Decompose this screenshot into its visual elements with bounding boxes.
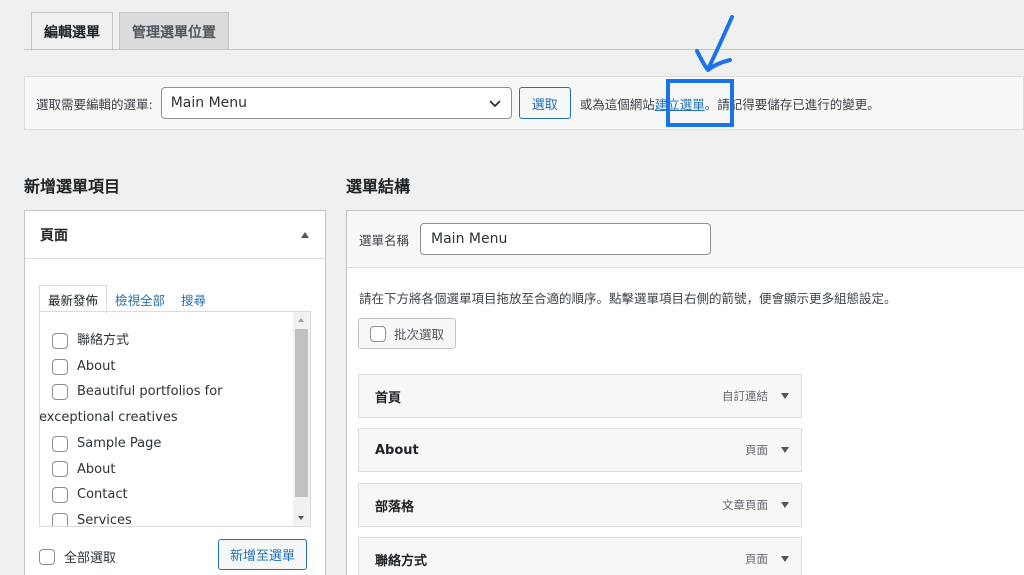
list-item-label: About [77,461,116,477]
caret-down-icon[interactable] [781,556,789,562]
list-item[interactable]: Services [52,508,292,527]
add-to-menu-button[interactable]: 新增至選單 [218,539,308,570]
menu-select-bar: 選取需要編輯的選單: Main Menu 選取 或為這個網站建立選單。請記得要儲… [24,76,1024,130]
nav-tabs: 編輯選單 管理選單位置 [31,12,235,51]
tabs-divider [24,49,1024,50]
menu-name-row: 選單名稱 Main Menu [347,211,1024,268]
list-item[interactable]: Beautiful portfolios for [52,379,292,405]
checkbox-icon[interactable] [52,435,68,452]
menu-name-label: 選單名稱 [359,232,410,248]
menu-item-type: 頁面 [745,552,768,566]
menu-item-type: 文章頁面 [722,498,768,512]
scroll-up-icon[interactable] [298,318,304,322]
menu-item[interactable]: 部落格 文章頁面 [358,483,802,527]
tab-search[interactable]: 搜尋 [173,286,214,313]
select-all-label: 全部選取 [64,551,117,566]
text-before-link: 或為這個網站 [579,96,655,112]
create-menu-link[interactable]: 建立選單 [655,97,705,112]
checkbox-icon[interactable] [52,461,68,478]
select-menu-label: 選取需要編輯的選單: [36,96,153,112]
checkbox-icon[interactable] [370,325,386,342]
arrow-annotation-icon [695,15,734,72]
list-item[interactable]: 聯絡方式 [52,328,292,354]
tab-edit-menus[interactable]: 編輯選單 [31,12,113,51]
pages-panel-title: 頁面 [40,227,68,244]
create-menu-text: 或為這個網站建立選單。請記得要儲存已進行的變更。 [580,94,880,113]
menu-item-title: 首頁 [375,390,402,406]
list-item-label: About [77,358,116,374]
menu-item-type: 頁面 [745,443,768,457]
checkbox-icon[interactable] [52,487,68,504]
caret-down-icon[interactable] [781,502,789,508]
checkbox-icon[interactable] [52,512,68,526]
list-item-label: Services [77,512,132,527]
menu-name-input[interactable]: Main Menu [420,223,712,255]
list-item-label: Sample Page [77,435,162,451]
menu-item[interactable]: About 頁面 [358,428,802,472]
tab-most-recent[interactable]: 最新發佈 [39,285,108,314]
menu-instructions: 請在下方將各個選單項目拖放至合適的順序。點擊選單項目右側的箭號，便會顯示更多組態… [359,291,897,306]
tab-manage-locations[interactable]: 管理選單位置 [119,12,229,50]
tab-view-all[interactable]: 檢視全部 [107,286,173,313]
bulk-select-button[interactable]: 批次選取 [358,318,457,349]
list-item-label: Beautiful portfolios for [77,384,223,400]
list-item[interactable]: Sample Page [52,431,292,457]
checkbox-icon[interactable] [52,384,68,401]
list-item-label: 聯絡方式 [77,333,130,348]
pages-checklist: 聯絡方式 About Beautiful portfolios for exce… [39,311,311,527]
list-scrollbar[interactable] [293,312,310,526]
list-item[interactable]: About [52,457,292,483]
list-item-continued: exceptional creatives [39,410,178,426]
menu-structure-panel: 選單名稱 Main Menu 請在下方將各個選單項目拖放至合適的順序。點擊選單項… [346,210,1024,575]
menu-select-dropdown[interactable]: Main Menu [160,87,512,119]
scroll-thumb[interactable] [295,329,308,497]
menu-structure-heading: 選單結構 [346,177,411,196]
scroll-down-icon[interactable] [298,516,304,520]
menu-item-title: 聯絡方式 [375,553,428,569]
caret-down-icon[interactable] [781,393,789,399]
pages-subtabs: 最新發佈 檢視全部 搜尋 [39,285,214,314]
selected-menu-value: Main Menu [170,95,248,111]
menu-item[interactable]: 聯絡方式 頁面 [358,537,802,575]
menu-item[interactable]: 首頁 自訂連結 [358,374,802,418]
pages-panel-header[interactable]: 頁面 [25,211,325,259]
caret-up-icon[interactable] [301,231,309,238]
select-all-checkbox[interactable]: 全部選取 [39,547,116,566]
bulk-select-label: 批次選取 [394,327,445,342]
caret-down-icon[interactable] [781,447,789,453]
checkbox-icon[interactable] [52,332,68,349]
menu-item-title: About [375,442,419,458]
select-button[interactable]: 選取 [518,87,571,119]
add-menu-items-heading: 新增選單項目 [24,177,121,196]
pages-panel: 頁面 最新發佈 檢視全部 搜尋 聯絡方式 About Beautiful por… [24,210,326,575]
menu-item-title: 部落格 [375,499,415,515]
list-item[interactable]: Contact [52,482,292,508]
checkbox-icon[interactable] [39,548,55,565]
menu-item-type: 自訂連結 [722,389,768,403]
checkbox-icon[interactable] [52,358,68,375]
chevron-down-icon [489,100,501,108]
list-item-label: Contact [77,487,128,503]
list-item[interactable]: About [52,354,292,380]
text-after-link: 。請記得要儲存已進行的變更。 [704,96,880,112]
